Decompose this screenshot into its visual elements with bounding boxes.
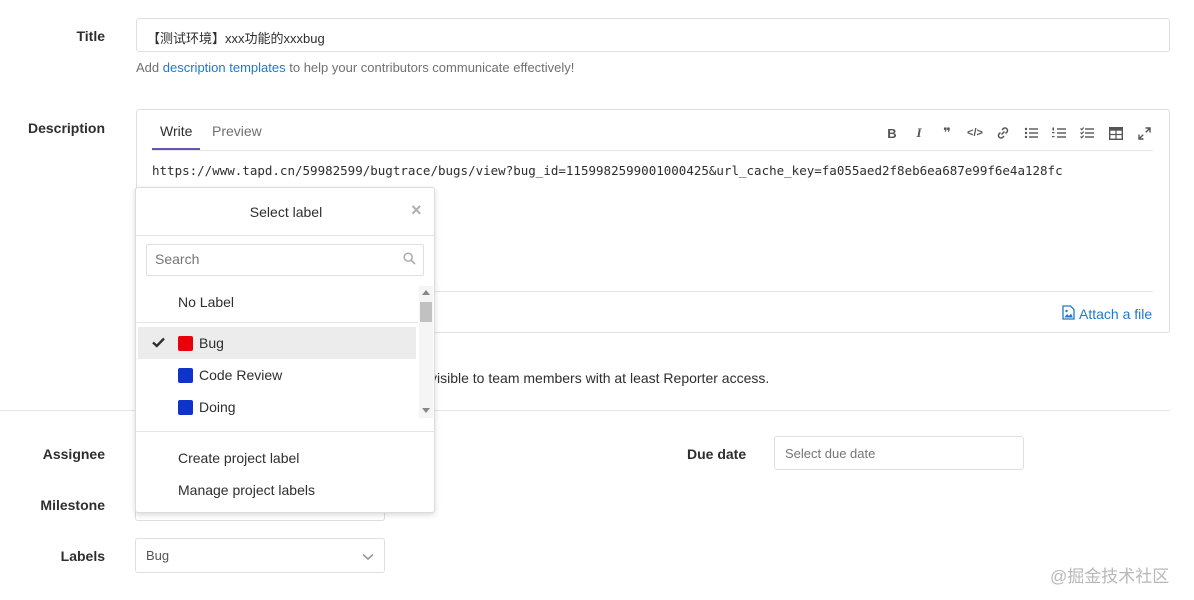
quote-icon[interactable]: ❞ — [938, 124, 956, 142]
no-label-divider — [136, 322, 418, 323]
italic-icon[interactable]: I — [910, 124, 928, 142]
title-input-value: 【测试环境】xxx功能的xxxbug — [147, 31, 325, 46]
no-label-option[interactable]: No Label — [178, 294, 234, 310]
bullet-list-icon[interactable] — [1022, 124, 1040, 142]
attach-file-button[interactable]: Attach a file — [1062, 305, 1152, 323]
label-color-swatch — [178, 335, 193, 351]
due-date-input[interactable] — [774, 436, 1024, 470]
title-label: Title — [76, 28, 105, 44]
description-text: https://www.tapd.cn/59982599/bugtrace/bu… — [152, 163, 1063, 178]
labels-select-value: Bug — [146, 548, 170, 563]
watermark: @掘金技术社区 — [1050, 567, 1170, 586]
attach-file-label: Attach a file — [1079, 306, 1153, 322]
table-icon[interactable] — [1107, 124, 1125, 142]
numbered-list-icon[interactable] — [1050, 124, 1068, 142]
link-icon[interactable] — [994, 124, 1012, 142]
due-date-label: Due date — [687, 446, 747, 462]
bold-icon[interactable]: B — [883, 124, 901, 142]
dropdown-footer-divider — [136, 431, 434, 432]
scroll-thumb[interactable] — [420, 302, 432, 322]
title-hint: Add description templates to help your c… — [136, 60, 574, 75]
dropdown-search — [146, 244, 424, 276]
dropdown-scrollbar[interactable] — [419, 286, 433, 418]
labels-label: Labels — [60, 548, 105, 564]
title-hint-suffix: to help your contributors communicate ef… — [289, 60, 575, 75]
tab-preview[interactable]: Preview — [212, 123, 262, 139]
task-list-icon[interactable] — [1078, 124, 1096, 142]
close-icon[interactable]: × — [411, 200, 422, 221]
label-option-name: Bug — [199, 335, 224, 351]
title-input[interactable]: 【测试环境】xxx功能的xxxbug — [136, 18, 1170, 52]
assignee-label: Assignee — [42, 446, 105, 462]
label-option-code-review[interactable]: Code Review — [138, 359, 416, 391]
tab-write-label: Write — [160, 123, 193, 139]
label-dropdown: Select label × No Label Bug Code Review … — [135, 187, 435, 513]
milestone-label: Milestone — [40, 497, 105, 513]
create-project-label-link[interactable]: Create project label — [178, 450, 299, 466]
tab-write[interactable]: Write — [152, 114, 201, 150]
tab-preview-label: Preview — [212, 123, 262, 139]
code-icon[interactable]: </> — [966, 124, 984, 142]
tabs-divider — [152, 150, 1153, 151]
label-option-name: Code Review — [199, 367, 283, 383]
labels-select[interactable]: Bug — [135, 538, 385, 573]
label-color-swatch — [178, 367, 193, 383]
label-option-doing[interactable]: Doing — [138, 391, 416, 423]
image-icon — [1062, 305, 1075, 323]
check-icon — [138, 335, 178, 351]
description-label: Description — [27, 120, 105, 136]
search-icon — [403, 252, 416, 268]
label-option-name: Doing — [199, 399, 236, 415]
scroll-up-arrow[interactable] — [422, 290, 430, 295]
label-color-swatch — [178, 399, 193, 415]
dropdown-title: Select label — [249, 204, 323, 220]
chevron-down-icon — [362, 548, 374, 564]
manage-project-labels-link[interactable]: Manage project labels — [178, 482, 315, 498]
confidential-note: visible to team members with at least Re… — [430, 370, 770, 386]
label-option-bug[interactable]: Bug — [138, 327, 416, 359]
scroll-down-arrow[interactable] — [422, 408, 430, 413]
dropdown-header-divider — [136, 235, 434, 236]
fullscreen-icon[interactable] — [1135, 124, 1153, 142]
description-templates-link[interactable]: description templates — [163, 60, 286, 75]
label-search-input[interactable] — [147, 245, 387, 273]
title-hint-prefix: Add — [136, 60, 160, 75]
